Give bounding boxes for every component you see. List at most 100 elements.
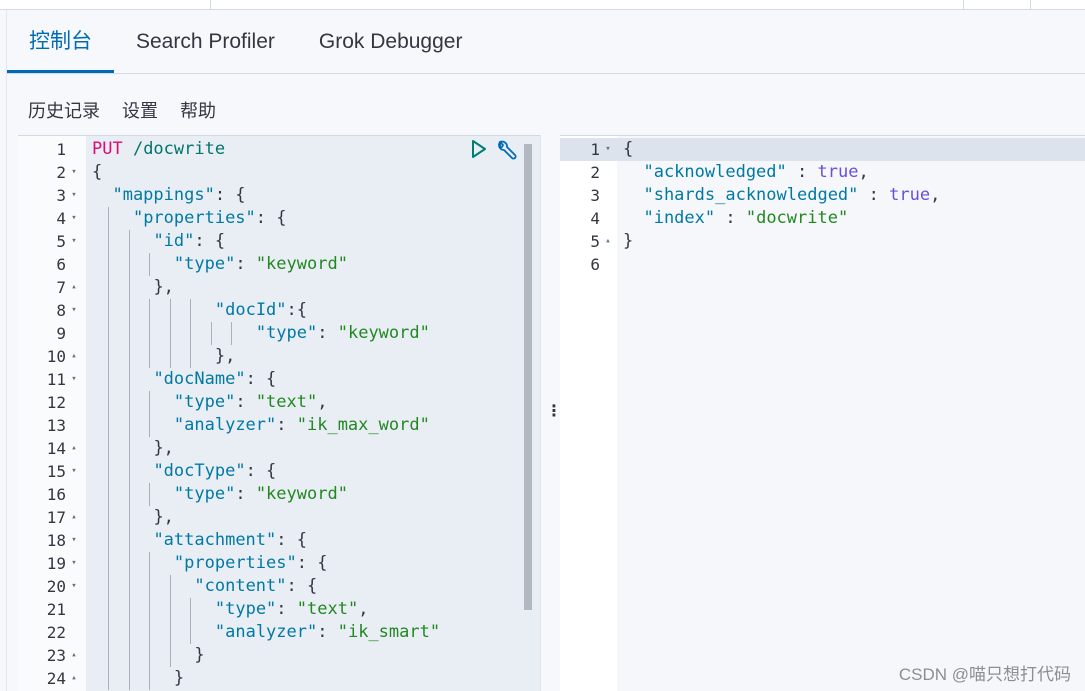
indent-guide bbox=[108, 253, 110, 276]
token-key: "docName" bbox=[153, 369, 246, 389]
line-number: 2 bbox=[590, 163, 600, 182]
fold-collapse-end-icon[interactable]: ▴ bbox=[68, 437, 80, 460]
line-number: 19 bbox=[46, 554, 66, 573]
token-p: : { bbox=[255, 208, 287, 228]
code-text: { bbox=[92, 161, 102, 184]
code-text: "docType": { bbox=[153, 460, 276, 483]
tab-console[interactable]: 控制台 bbox=[7, 10, 114, 73]
help-link[interactable]: 帮助 bbox=[180, 97, 216, 123]
code-line: 9 "type": "keyword" bbox=[18, 322, 540, 345]
fold-collapse-end-icon[interactable]: ▴ bbox=[68, 345, 80, 368]
fold-expanded-icon[interactable]: ▾ bbox=[68, 460, 80, 483]
fold-expanded-icon[interactable]: ▾ bbox=[68, 552, 80, 575]
token-key: "type" bbox=[255, 323, 318, 343]
response-panel: 1 ▾ { 2 "acknowledged" : true, 3 "shards_ackno… bbox=[560, 135, 1085, 691]
fold-collapse-end-icon[interactable]: ▴ bbox=[68, 667, 80, 690]
token-bool: true bbox=[889, 185, 931, 205]
tab-search-profiler[interactable]: Search Profiler bbox=[114, 10, 297, 73]
fold-expanded-icon[interactable]: ▾ bbox=[68, 230, 80, 253]
indent-guide bbox=[190, 598, 192, 621]
code-text: "properties": { bbox=[133, 207, 287, 230]
indent-guide bbox=[149, 253, 151, 276]
indent-guide bbox=[128, 644, 130, 667]
code-line: 3 "shards_acknowledged" : true, bbox=[560, 184, 1085, 207]
indent-guide bbox=[149, 621, 151, 644]
fold-collapse-end-icon[interactable]: ▴ bbox=[602, 230, 614, 253]
indent-guide bbox=[128, 575, 130, 598]
fold-expanded-icon[interactable]: ▾ bbox=[68, 184, 80, 207]
token-key: "docType" bbox=[153, 461, 246, 481]
tab-grok-debugger[interactable]: Grok Debugger bbox=[297, 10, 485, 73]
indent-guide bbox=[231, 322, 233, 345]
token-key: "properties" bbox=[132, 208, 256, 228]
token-key: "properties" bbox=[173, 553, 297, 573]
line-number: 2 bbox=[56, 163, 66, 182]
token-p: : { bbox=[286, 576, 318, 596]
line-number: 23 bbox=[46, 646, 66, 665]
token-p: }, bbox=[153, 507, 174, 527]
indent-guide bbox=[169, 322, 171, 345]
indent-guide bbox=[128, 391, 130, 414]
fold-expanded-icon[interactable]: ▾ bbox=[68, 368, 80, 391]
token-p: } bbox=[173, 668, 185, 688]
indent-guide bbox=[128, 345, 130, 368]
token-p: : bbox=[235, 392, 256, 412]
wrench-icon[interactable] bbox=[496, 139, 518, 161]
indent-guide bbox=[128, 253, 130, 276]
fold-expanded-icon[interactable]: ▾ bbox=[68, 161, 80, 184]
fold-expanded-icon[interactable]: ▾ bbox=[602, 138, 614, 161]
fold-expanded-icon[interactable]: ▾ bbox=[68, 207, 80, 230]
code-text: "acknowledged" : true, bbox=[643, 161, 868, 184]
indent-guide bbox=[149, 414, 151, 437]
panel-resizer[interactable]: ⋮ bbox=[540, 135, 562, 691]
indent-guide bbox=[128, 460, 130, 483]
indent-guide bbox=[169, 644, 171, 667]
request-editor[interactable]: 1 PUT /docwrite 2 ▾{3 ▾ "mappings": {4 ▾ "prope… bbox=[18, 135, 540, 691]
fold-collapse-end-icon[interactable]: ▴ bbox=[68, 506, 80, 529]
code-line: 10 ▴}, bbox=[18, 345, 540, 368]
code-line: 20 ▾ "content": { bbox=[18, 575, 540, 598]
token-key: "analyzer" bbox=[173, 415, 277, 435]
history-link[interactable]: 历史记录 bbox=[28, 97, 100, 123]
fold-collapse-end-icon[interactable]: ▴ bbox=[68, 276, 80, 299]
token-p: : { bbox=[194, 231, 226, 251]
code-line: 1 ▾ { bbox=[560, 138, 1085, 161]
fold-expanded-icon[interactable]: ▾ bbox=[68, 575, 80, 598]
token-p: : bbox=[276, 415, 297, 435]
indent-guide bbox=[108, 276, 110, 299]
token-p: }, bbox=[214, 346, 236, 366]
indent-guide bbox=[108, 322, 110, 345]
line-number: 5 bbox=[56, 232, 66, 251]
token-p: : bbox=[858, 185, 890, 205]
code-text: "docId":{ bbox=[215, 299, 307, 322]
indent-guide bbox=[169, 345, 171, 368]
fold-collapse-end-icon[interactable]: ▴ bbox=[68, 644, 80, 667]
line-number: 14 bbox=[46, 439, 66, 458]
code-text: "attachment": { bbox=[153, 529, 307, 552]
token-p: : bbox=[786, 162, 818, 182]
code-line: 6 bbox=[560, 253, 1085, 276]
token-key: "mappings" bbox=[112, 185, 215, 205]
indent-guide bbox=[169, 598, 171, 621]
token-p: : { bbox=[245, 369, 277, 389]
indent-guide bbox=[128, 414, 130, 437]
indent-guide bbox=[149, 667, 151, 690]
line-number: 10 bbox=[46, 347, 66, 366]
code-text: "analyzer": "ik_max_word" bbox=[174, 414, 430, 437]
indent-guide bbox=[108, 598, 110, 621]
indent-guide bbox=[128, 529, 130, 552]
token-p: }, bbox=[153, 438, 174, 458]
play-icon[interactable] bbox=[470, 139, 488, 159]
code-text: "shards_acknowledged" : true, bbox=[643, 184, 940, 207]
line-number: 3 bbox=[56, 186, 66, 205]
token-p: : { bbox=[296, 553, 328, 573]
fold-expanded-icon[interactable]: ▾ bbox=[68, 529, 80, 552]
settings-link[interactable]: 设置 bbox=[122, 97, 158, 123]
token-p: , bbox=[358, 599, 369, 619]
code-line: 17 ▴}, bbox=[18, 506, 540, 529]
request-scrollbar[interactable] bbox=[524, 144, 532, 610]
token-bool: true bbox=[817, 162, 859, 182]
indent-guide bbox=[128, 552, 130, 575]
fold-expanded-icon[interactable]: ▾ bbox=[68, 299, 80, 322]
code-text: "content": { bbox=[194, 575, 317, 598]
